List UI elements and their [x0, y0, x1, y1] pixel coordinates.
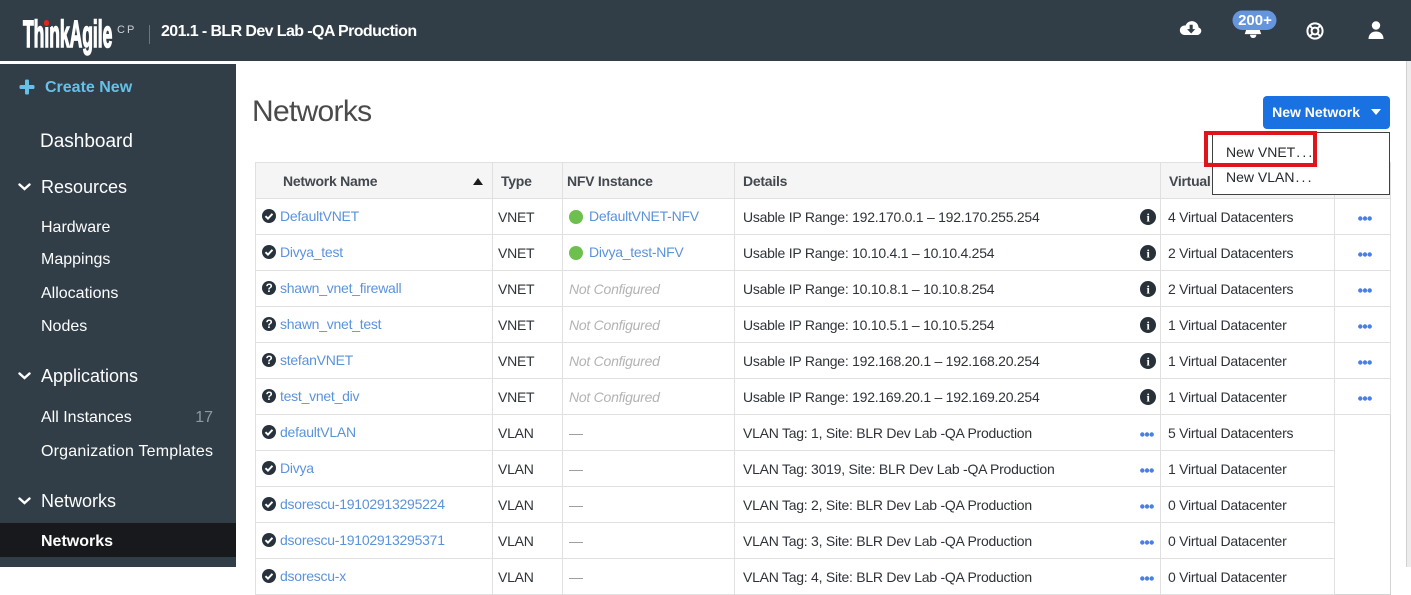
- svg-text:?: ?: [266, 353, 273, 366]
- svg-text:?: ?: [266, 281, 273, 294]
- svg-text:200+: 200+: [1238, 12, 1272, 29]
- svg-text:?: ?: [266, 317, 273, 330]
- svg-text:?: ?: [266, 389, 273, 402]
